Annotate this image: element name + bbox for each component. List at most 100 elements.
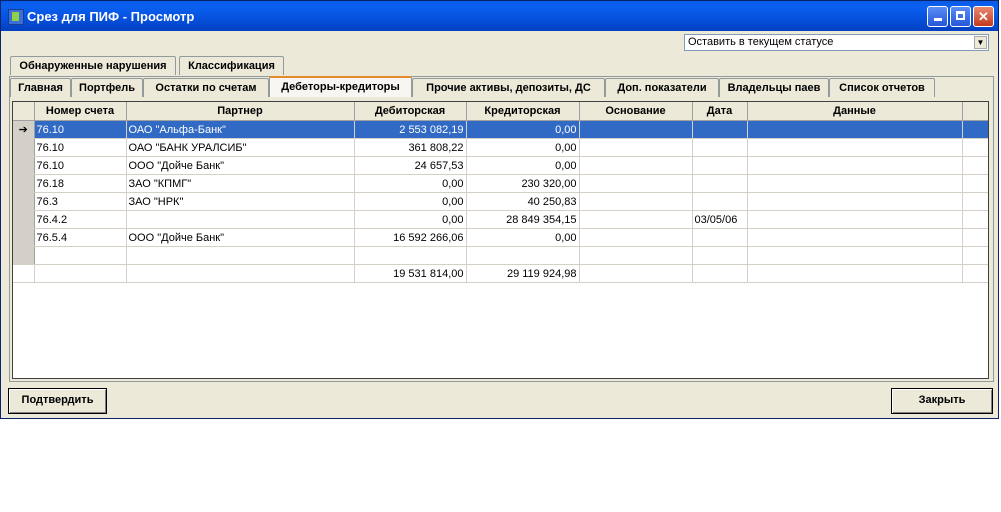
maximize-icon	[956, 11, 965, 20]
table-row-new[interactable]	[13, 246, 988, 265]
cell-basis[interactable]	[579, 120, 693, 139]
cell-account[interactable]: 76.5.4	[34, 228, 127, 247]
cell-date[interactable]	[692, 156, 748, 175]
table-row[interactable]: 76.10 ОАО "БАНК УРАЛСИБ" 361 808,22 0,00	[13, 138, 988, 157]
cell-basis[interactable]	[579, 138, 693, 157]
tab-classification[interactable]: Классификация	[179, 56, 284, 75]
cell-data[interactable]	[747, 246, 963, 265]
cell-data[interactable]	[747, 120, 963, 139]
table-row[interactable]: 76.5.4 ООО "Дойче Банк" 16 592 266,06 0,…	[13, 228, 988, 247]
cell-account[interactable]: 76.10	[34, 156, 127, 175]
cell-debit[interactable]	[354, 246, 467, 265]
cell-debit[interactable]: 0,00	[354, 174, 467, 193]
table-row[interactable]: ➔ 76.10 ОАО "Альфа-Банк" 2 553 082,19 0,…	[13, 120, 988, 139]
cell-data[interactable]	[747, 156, 963, 175]
tab-additional-indicators[interactable]: Доп. показатели	[605, 78, 719, 97]
header-debit[interactable]: Дебиторская	[354, 102, 467, 121]
cell-account[interactable]: 76.10	[34, 120, 127, 139]
header-account[interactable]: Номер счета	[34, 102, 127, 121]
cell-date[interactable]	[692, 138, 748, 157]
cell-partner[interactable]: ЗАО "КПМГ"	[126, 174, 355, 193]
table-row[interactable]: 76.4.2 0,00 28 849 354,15 03/05/06	[13, 210, 988, 229]
close-window-button[interactable]: ✕	[973, 6, 994, 27]
cell-debit[interactable]: 0,00	[354, 210, 467, 229]
debtors-creditors-grid[interactable]: Номер счета Партнер Дебиторская Кредитор…	[12, 101, 989, 379]
cell-partner[interactable]: ООО "Дойче Банк"	[126, 228, 355, 247]
table-row[interactable]: 76.10 ООО "Дойче Банк" 24 657,53 0,00	[13, 156, 988, 175]
chevron-down-icon[interactable]: ▼	[974, 36, 987, 49]
header-date[interactable]: Дата	[692, 102, 748, 121]
cell-partner[interactable]: ООО "Дойче Банк"	[126, 156, 355, 175]
cell-debit[interactable]: 24 657,53	[354, 156, 467, 175]
row-selector	[13, 192, 35, 211]
cell-partner[interactable]: ОАО "БАНК УРАЛСИБ"	[126, 138, 355, 157]
cell-date[interactable]: 03/05/06	[692, 210, 748, 229]
cell-basis[interactable]	[579, 192, 693, 211]
header-data[interactable]: Данные	[747, 102, 963, 121]
close-button[interactable]: Закрыть	[891, 388, 993, 414]
totals-spacer	[962, 264, 988, 283]
table-row[interactable]: 76.3 ЗАО "НРК" 0,00 40 250,83	[13, 192, 988, 211]
tab-main[interactable]: Главная	[10, 78, 71, 97]
totals-row: 19 531 814,00 29 119 924,98	[13, 264, 988, 283]
totals-spacer	[34, 264, 127, 283]
header-partner[interactable]: Партнер	[126, 102, 355, 121]
cell-basis[interactable]	[579, 174, 693, 193]
cell-basis[interactable]	[579, 246, 693, 265]
cell-credit[interactable]: 230 320,00	[466, 174, 580, 193]
cell-partner[interactable]: ЗАО "НРК"	[126, 192, 355, 211]
header-basis[interactable]: Основание	[579, 102, 693, 121]
tab-violations[interactable]: Обнаруженные нарушения	[10, 56, 176, 75]
cell-credit[interactable]: 28 849 354,15	[466, 210, 580, 229]
main-window: Срез для ПИФ - Просмотр ✕ Оставить в тек…	[0, 0, 999, 419]
cell-date[interactable]	[692, 228, 748, 247]
cell-debit[interactable]: 0,00	[354, 192, 467, 211]
tab-account-balances[interactable]: Остатки по счетам	[143, 78, 269, 97]
cell-credit[interactable]: 0,00	[466, 156, 580, 175]
cell-debit[interactable]: 361 808,22	[354, 138, 467, 157]
cell-account[interactable]	[34, 246, 127, 265]
cell-date[interactable]	[692, 120, 748, 139]
cell-partner[interactable]	[126, 246, 355, 265]
header-credit[interactable]: Кредиторская	[466, 102, 580, 121]
title-bar[interactable]: Срез для ПИФ - Просмотр ✕	[1, 1, 998, 31]
status-dropdown[interactable]: Оставить в текущем статусе ▼	[684, 34, 989, 51]
cell-credit[interactable]: 0,00	[466, 120, 580, 139]
tab-report-list[interactable]: Список отчетов	[829, 78, 935, 97]
cell-debit[interactable]: 16 592 266,06	[354, 228, 467, 247]
total-debit: 19 531 814,00	[354, 264, 467, 283]
table-row[interactable]: 76.18 ЗАО "КПМГ" 0,00 230 320,00	[13, 174, 988, 193]
cell-partner[interactable]	[126, 210, 355, 229]
cell-data[interactable]	[747, 192, 963, 211]
tab-other-assets[interactable]: Прочие активы, депозиты, ДС	[412, 78, 605, 97]
cell-data[interactable]	[747, 174, 963, 193]
maximize-button[interactable]	[950, 6, 971, 27]
cell-basis[interactable]	[579, 156, 693, 175]
cell-credit[interactable]: 0,00	[466, 228, 580, 247]
cell-credit[interactable]	[466, 246, 580, 265]
cell-date[interactable]	[692, 246, 748, 265]
cell-data[interactable]	[747, 138, 963, 157]
cell-date[interactable]	[692, 192, 748, 211]
cell-account[interactable]: 76.3	[34, 192, 127, 211]
cell-extra	[962, 174, 988, 193]
cell-date[interactable]	[692, 174, 748, 193]
cell-data[interactable]	[747, 210, 963, 229]
cell-credit[interactable]: 0,00	[466, 138, 580, 157]
cell-debit[interactable]: 2 553 082,19	[354, 120, 467, 139]
tab-portfolio[interactable]: Портфель	[71, 78, 143, 97]
cell-partner[interactable]: ОАО "Альфа-Банк"	[126, 120, 355, 139]
confirm-button[interactable]: Подтвердить	[8, 388, 107, 414]
cell-credit[interactable]: 40 250,83	[466, 192, 580, 211]
totals-spacer	[126, 264, 355, 283]
table-header: Номер счета Партнер Дебиторская Кредитор…	[13, 102, 988, 121]
cell-basis[interactable]	[579, 210, 693, 229]
cell-account[interactable]: 76.18	[34, 174, 127, 193]
cell-account[interactable]: 76.4.2	[34, 210, 127, 229]
minimize-button[interactable]	[927, 6, 948, 27]
cell-data[interactable]	[747, 228, 963, 247]
tab-debtors-creditors[interactable]: Дебеторы-кредиторы	[269, 76, 412, 97]
tab-unit-holders[interactable]: Владельцы паев	[719, 78, 829, 97]
cell-basis[interactable]	[579, 228, 693, 247]
cell-account[interactable]: 76.10	[34, 138, 127, 157]
